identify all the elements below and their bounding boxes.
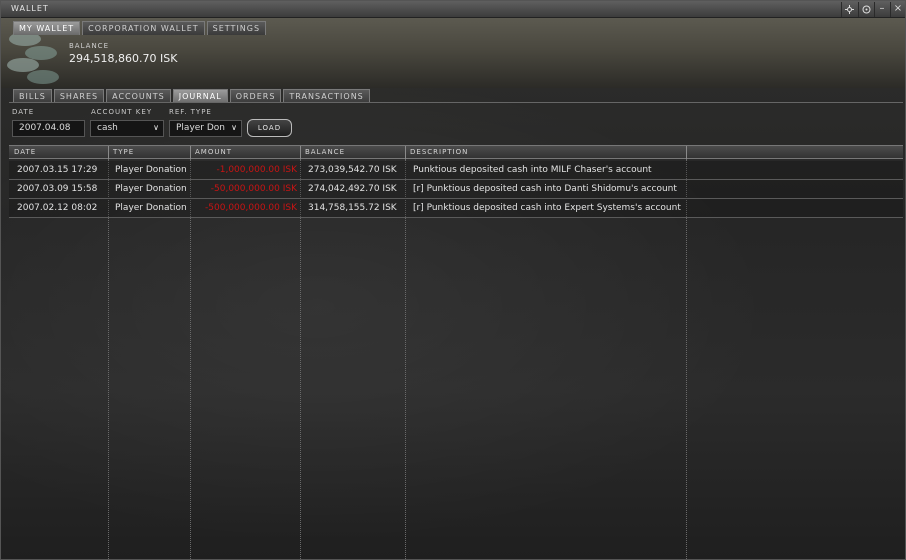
account-key-label: ACCOUNT KEY xyxy=(91,108,153,116)
tab-bills[interactable]: BILLS xyxy=(13,89,52,103)
row-description: [r] Punktious deposited cash into Expert… xyxy=(413,203,681,213)
title-bar[interactable]: WALLET – × xyxy=(1,1,905,18)
tab-accounts[interactable]: ACCOUNTS xyxy=(106,89,171,103)
journal-table: DATE TYPE AMOUNT BALANCE DESCRIPTION 200… xyxy=(9,145,903,559)
window-title: WALLET xyxy=(11,4,49,13)
row-date: 2007.03.09 15:58 xyxy=(17,184,98,194)
gear-icon[interactable] xyxy=(841,2,856,17)
account-key-value: cash xyxy=(97,123,118,133)
subtab-divider xyxy=(9,102,903,103)
date-filter-label: DATE xyxy=(12,108,35,116)
row-amount: -50,000,000.00 ISK xyxy=(210,184,297,194)
row-amount: -1,000,000.00 ISK xyxy=(216,165,298,175)
table-header: DATE TYPE AMOUNT BALANCE DESCRIPTION xyxy=(9,145,903,159)
row-balance: 274,042,492.70 ISK xyxy=(308,184,397,194)
tab-journal[interactable]: JOURNAL xyxy=(172,89,228,103)
chevron-down-icon: ∨ xyxy=(153,123,159,132)
row-date: 2007.03.15 17:29 xyxy=(17,165,98,175)
row-type: Player Donation xyxy=(115,203,187,213)
row-amount: -500,000,000.00 ISK xyxy=(205,203,297,213)
tab-corporation-wallet[interactable]: CORPORATION WALLET xyxy=(82,21,205,35)
ref-type-select[interactable]: Player Don ∨ xyxy=(169,120,242,137)
chevron-down-icon: ∨ xyxy=(231,123,237,132)
column-amount[interactable]: AMOUNT xyxy=(195,148,232,156)
ref-type-label: REF. TYPE xyxy=(169,108,212,116)
table-row[interactable]: 2007.03.09 15:58 Player Donation -50,000… xyxy=(9,180,903,199)
target-icon[interactable] xyxy=(858,2,873,17)
column-balance[interactable]: BALANCE xyxy=(305,148,345,156)
journal-subtabs: BILLS SHARES ACCOUNTS JOURNAL ORDERS TRA… xyxy=(13,89,372,103)
wallet-window: WALLET – × MY WALLET CORPORATION WALLET … xyxy=(0,0,906,560)
table-row[interactable]: 2007.02.12 08:02 Player Donation -500,00… xyxy=(9,199,903,218)
table-row[interactable]: 2007.03.15 17:29 Player Donation -1,000,… xyxy=(9,161,903,180)
row-balance: 273,039,542.70 ISK xyxy=(308,165,397,175)
row-description: Punktious deposited cash into MILF Chase… xyxy=(413,165,652,175)
tab-transactions[interactable]: TRANSACTIONS xyxy=(283,89,370,103)
column-type[interactable]: TYPE xyxy=(113,148,134,156)
balance-value: 294,518,860.70 ISK xyxy=(69,52,178,65)
minimize-icon[interactable]: – xyxy=(874,2,889,17)
row-balance: 314,758,155.72 ISK xyxy=(308,203,397,213)
row-date: 2007.02.12 08:02 xyxy=(17,203,98,213)
tab-orders[interactable]: ORDERS xyxy=(229,89,282,103)
column-description[interactable]: DESCRIPTION xyxy=(410,148,468,156)
ref-type-value: Player Don xyxy=(176,123,226,133)
row-description: [r] Punktious deposited cash into Danti … xyxy=(413,184,677,194)
tab-my-wallet[interactable]: MY WALLET xyxy=(13,21,81,35)
account-key-select[interactable]: cash ∨ xyxy=(90,120,164,137)
tab-shares[interactable]: SHARES xyxy=(53,89,105,103)
load-button[interactable]: LOAD xyxy=(247,119,292,137)
column-date[interactable]: DATE xyxy=(14,148,36,156)
close-icon[interactable]: × xyxy=(890,2,905,17)
wallet-tabs: MY WALLET CORPORATION WALLET SETTINGS xyxy=(13,21,268,35)
date-input[interactable]: 2007.04.08 xyxy=(12,120,85,137)
row-type: Player Donation xyxy=(115,165,187,175)
balance-label: BALANCE xyxy=(69,42,109,50)
row-type: Player Donation xyxy=(115,184,187,194)
tab-settings[interactable]: SETTINGS xyxy=(206,21,267,35)
